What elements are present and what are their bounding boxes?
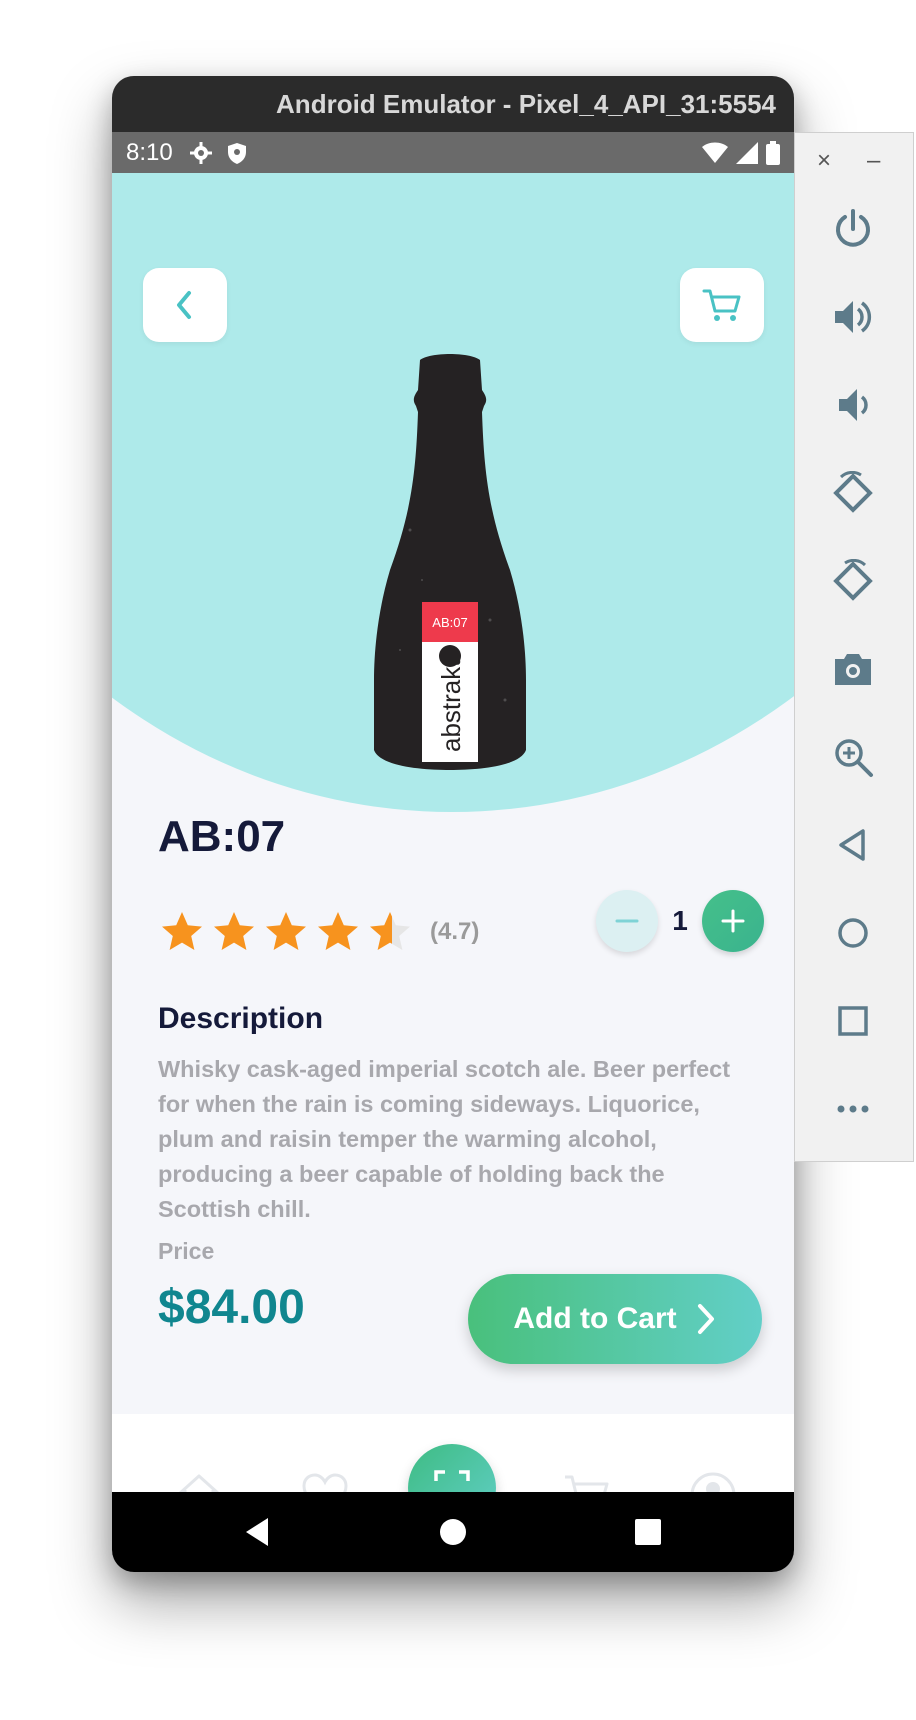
emulator-window: Android Emulator - Pixel_4_API_31:5554 8… [112, 76, 794, 1572]
product-title: AB:07 [158, 812, 286, 861]
wifi-icon [702, 142, 728, 163]
rating: (4.7) [158, 908, 479, 956]
system-home-icon[interactable] [435, 1514, 471, 1550]
description-text: Whisky cask-aged imperial scotch ale. Be… [158, 1056, 731, 1222]
cart-button[interactable] [680, 268, 764, 342]
chevron-right-icon [697, 1304, 714, 1334]
star-icon [214, 912, 254, 950]
device-screen: 8:10 AB:07 abstrakt AB:07 (4.7) 1 Descri… [112, 132, 794, 1572]
increment-button[interactable] [702, 890, 764, 952]
add-to-cart-label: Add to Cart [513, 1302, 677, 1335]
chevron-left-icon [177, 291, 191, 319]
star-icon [318, 912, 358, 950]
emulator-title: Android Emulator - Pixel_4_API_31:5554 [276, 88, 776, 119]
description-heading: Description [158, 1002, 324, 1035]
back-icon[interactable] [831, 823, 875, 867]
zoom-icon[interactable] [831, 735, 875, 779]
add-to-cart-button[interactable]: Add to Cart [468, 1274, 762, 1364]
quantity-value: 1 [672, 905, 688, 936]
close-icon[interactable]: × [817, 147, 831, 175]
home-icon[interactable] [831, 911, 875, 955]
price-label: Price [158, 1238, 215, 1264]
signal-icon [736, 141, 758, 164]
system-back-icon[interactable] [240, 1514, 276, 1550]
minimize-icon[interactable]: – [867, 147, 880, 175]
system-nav-bar [112, 1492, 794, 1572]
plus-icon [721, 909, 745, 933]
volume-down-icon[interactable] [831, 383, 875, 427]
cart-icon [702, 289, 741, 321]
settings-icon [189, 141, 212, 164]
more-icon[interactable] [831, 1087, 875, 1131]
power-icon[interactable] [831, 207, 875, 251]
volume-up-icon[interactable] [831, 295, 875, 339]
rotate-left-icon[interactable] [831, 471, 875, 515]
rotate-right-icon[interactable] [831, 559, 875, 603]
camera-icon[interactable] [831, 647, 875, 691]
overview-icon[interactable] [831, 999, 875, 1043]
bottle-label-top: AB:07 [432, 615, 467, 630]
quantity-stepper: 1 [596, 890, 764, 952]
shield-icon [227, 142, 246, 164]
rating-value: (4.7) [430, 918, 480, 945]
decrement-button[interactable] [596, 890, 658, 952]
price-value: $84.00 [158, 1281, 305, 1334]
system-overview-icon[interactable] [630, 1514, 666, 1550]
product-image: AB:07 abstrakt [374, 354, 526, 770]
status-time: 8:10 [126, 138, 173, 166]
battery-icon [766, 140, 780, 165]
status-bar: 8:10 [112, 132, 794, 173]
bottle-label-brand: abstrakt [436, 659, 466, 752]
side-panel-header: × – [795, 147, 915, 174]
star-icon [266, 912, 306, 950]
back-button[interactable] [143, 268, 227, 342]
star-half-icon [370, 912, 410, 950]
star-icon [162, 912, 202, 950]
emulator-side-panel: × – [794, 132, 914, 1162]
minus-icon [615, 919, 639, 923]
